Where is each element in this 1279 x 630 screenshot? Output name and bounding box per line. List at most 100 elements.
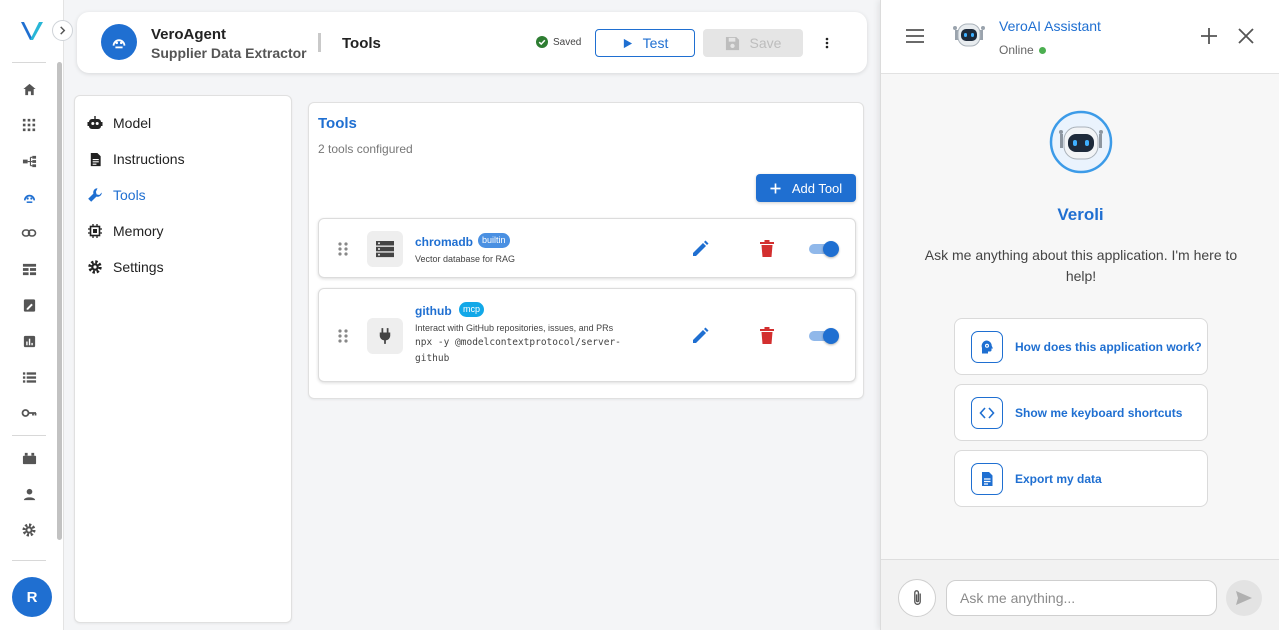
agent-header: VeroAgent Supplier Data Extractor Tools … [77,12,867,73]
save-button-label: Save [749,35,782,51]
nav-item-label: Instructions [113,151,185,167]
tool-row-chromadb: chromadb builtin Vector database for RAG [318,218,856,278]
analytics-icon[interactable] [18,330,40,352]
tool-enabled-toggle[interactable] [809,328,839,344]
tool-badge-mcp: mcp [459,302,485,317]
link-icon[interactable] [18,222,40,244]
tool-description: Interact with GitHub repositories, issue… [415,323,614,333]
tools-panel: Tools 2 tools configured Add Tool chroma… [308,102,864,399]
chat-composer [881,559,1279,630]
agent-name: VeroAgent [151,26,227,43]
add-tool-label: Add Tool [791,180,843,196]
suggestion-keyboard-shortcuts[interactable]: Show me keyboard shortcuts [954,384,1208,441]
rail-divider [12,435,46,436]
saved-label: Saved [553,36,582,48]
hamburger-menu-icon[interactable] [905,28,925,44]
user-icon[interactable] [18,483,40,505]
assistant-drawer: VeroAI Assistant Online Veroli Ask me an… [880,0,1279,630]
paperclip-icon [913,590,921,605]
plus-icon [770,182,781,194]
assistant-status: Online [999,43,1046,57]
workflow-icon[interactable] [18,150,40,172]
attach-button[interactable] [898,579,936,617]
delete-tool-icon[interactable] [760,327,774,344]
gear-icon [87,259,103,275]
nav-item-tools[interactable]: Tools [87,184,146,206]
tool-description: Vector database for RAG [415,254,516,264]
send-icon [1236,591,1252,605]
send-button[interactable] [1226,580,1262,616]
rail-divider [12,62,46,63]
delete-tool-icon[interactable] [760,240,774,257]
play-icon [623,38,632,48]
suggestion-how-app-works[interactable]: How does this application work? [954,318,1208,375]
nav-item-label: Model [113,115,152,131]
toggle-knob [823,241,839,257]
document-icon [87,151,103,167]
rail-divider [12,560,46,561]
assistant-name: VeroAI Assistant [999,18,1101,34]
more-options-button[interactable] [819,34,835,52]
nav-item-label: Tools [113,187,146,203]
assistant-status-label: Online [999,43,1034,57]
tool-enabled-toggle[interactable] [809,241,839,257]
plug-icon [367,318,403,354]
apps-grid-icon[interactable] [18,114,40,136]
tool-badge-builtin: builtin [478,233,510,248]
add-tool-button[interactable]: Add Tool [756,174,856,202]
robot-mascot-icon [1049,110,1113,174]
page-title: Tools [342,35,381,52]
online-dot-icon [1038,46,1046,54]
new-chat-plus-icon[interactable] [1200,27,1218,45]
lightbulb-head-icon [971,330,1003,363]
robot-icon [87,115,103,131]
nav-item-label: Settings [113,259,164,275]
chat-input[interactable] [946,580,1217,616]
edit-note-icon[interactable] [18,294,40,316]
assistant-header: VeroAI Assistant Online [881,0,1279,74]
welcome-message: Ask me anything about this application. … [924,247,1238,284]
left-rail: R [0,0,73,630]
code-brackets-icon [971,396,1003,429]
suggestion-label: Show me keyboard shortcuts [1015,405,1183,420]
rail-scrollbar[interactable] [57,62,62,540]
suggestion-export-data[interactable]: Export my data [954,450,1208,507]
app-logo-icon[interactable] [19,18,45,44]
drag-handle-icon[interactable] [337,328,349,344]
chevron-right-icon [60,26,66,35]
tools-panel-title: Tools [318,115,357,132]
nav-item-settings[interactable]: Settings [87,256,164,278]
floppy-disk-icon [725,36,739,50]
check-circle-icon [536,36,548,48]
save-button[interactable]: Save [703,29,803,57]
tool-row-github: github mcp Interact with GitHub reposito… [318,288,856,382]
nav-item-label: Memory [113,223,164,239]
agent-avatar-icon [101,24,137,60]
test-button[interactable]: Test [595,29,695,57]
wrench-icon [87,187,103,203]
suggestion-label: How does this application work? [1015,339,1202,354]
edit-tool-icon[interactable] [691,240,709,258]
agent-icon[interactable] [18,186,40,208]
home-icon[interactable] [18,78,40,100]
settings-icon[interactable] [18,519,40,541]
section-nav: Model Instructions Tools Memory Settings [74,95,292,623]
tool-name[interactable]: github [415,304,452,318]
list-icon[interactable] [18,366,40,388]
database-icon [367,231,403,267]
dashboard-icon[interactable] [18,258,40,280]
file-export-icon [971,462,1003,495]
tool-name[interactable]: chromadb [415,235,473,249]
close-icon[interactable] [1238,28,1254,44]
suggestion-label: Export my data [1015,471,1102,486]
key-icon[interactable] [18,402,40,424]
edit-tool-icon[interactable] [691,327,709,345]
plugin-icon[interactable] [18,447,40,469]
saved-status: Saved [536,36,581,48]
avatar[interactable]: R [12,577,52,617]
collapse-rail-button[interactable] [52,20,73,41]
nav-item-instructions[interactable]: Instructions [87,148,185,170]
nav-item-memory[interactable]: Memory [87,220,164,242]
drag-handle-icon[interactable] [337,241,349,257]
nav-item-model[interactable]: Model [87,112,151,134]
